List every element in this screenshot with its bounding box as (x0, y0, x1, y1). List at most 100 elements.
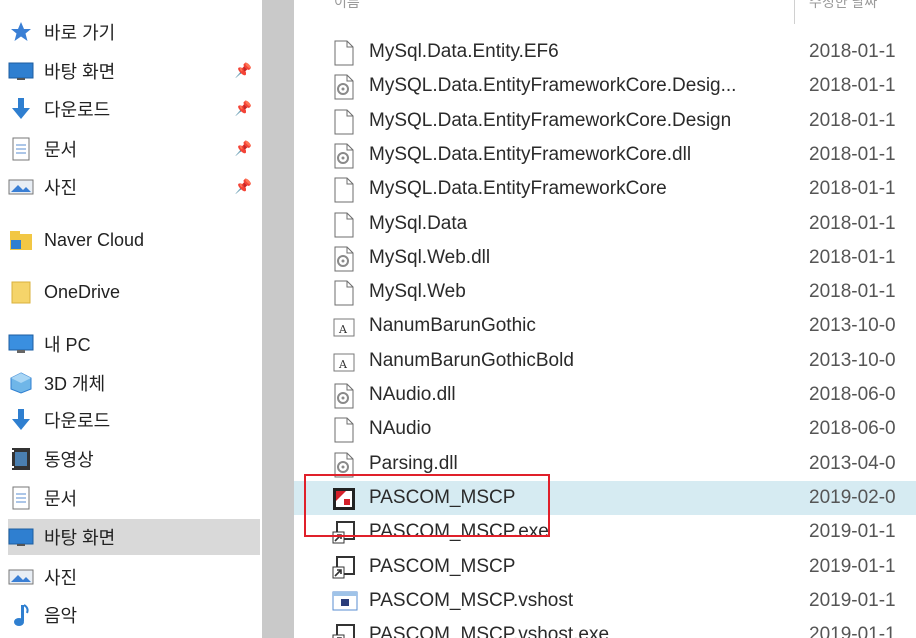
nav-videos[interactable]: 동영상 (8, 441, 260, 477)
file-list: 이름 수정한 날짜 MySql.Data.Entity.EF6 2018-01-1… (294, 0, 916, 638)
nav-label: OneDrive (44, 281, 121, 302)
svg-text:A: A (338, 358, 348, 371)
document-icon (8, 486, 34, 510)
download-icon (8, 97, 34, 121)
pin-icon[interactable]: 📌 (235, 62, 252, 79)
file-row[interactable]: NAudio 2018-06-0 (294, 412, 916, 446)
nav-label: 바로 가기 (44, 23, 116, 43)
desktop-icon (8, 59, 34, 83)
nav-label: 문서 (44, 140, 78, 160)
video-icon (8, 447, 34, 471)
nav-quick-documents[interactable]: 문서 📌 (8, 131, 260, 167)
document-icon (8, 137, 34, 161)
file-date: 2018-06-0 (809, 418, 896, 440)
file-date: 2013-10-0 (809, 349, 896, 371)
file-icon (332, 40, 356, 66)
nav-label: 문서 (44, 489, 78, 509)
file-name: MySQL.Data.EntityFrameworkCore.Design (369, 109, 732, 131)
pictures-icon (8, 565, 34, 589)
nav-pc-downloads[interactable]: 다운로드 (8, 402, 260, 438)
shortcut-icon (332, 520, 356, 546)
file-row[interactable]: A NanumBarunGothicBold 2013-10-0 (294, 344, 916, 378)
file-row[interactable]: MySQL.Data.EntityFrameworkCore.Design 201… (294, 104, 916, 138)
file-date: 2018-01-1 (809, 281, 896, 303)
file-date: 2018-01-1 (809, 143, 896, 165)
nav-label: 다운로드 (44, 100, 111, 120)
nav-quick-desktop[interactable]: 바탕 화면 📌 (8, 53, 260, 89)
file-date: 2018-01-1 (809, 178, 896, 200)
nav-this-pc[interactable]: 내 PC (8, 326, 260, 362)
file-row[interactable]: MySql.Data.Entity.EF6 2018-01-1 (294, 35, 916, 69)
file-row[interactable]: MySQL.Data.EntityFrameworkCore.dll 2018-0… (294, 138, 916, 172)
nav-label: 바탕 화면 (44, 528, 116, 548)
file-row[interactable]: MySQL.Data.EntityFrameworkCore.Desig... 2… (294, 69, 916, 103)
file-row[interactable]: PASCOM_MSCP.exe 2019-01-1 (294, 515, 916, 549)
font-icon: A (332, 314, 356, 340)
nav-onedrive[interactable]: OneDrive (8, 274, 260, 310)
file-row[interactable]: NAudio.dll 2018-06-0 (294, 378, 916, 412)
file-date: 2018-01-1 (809, 212, 896, 234)
nav-naver-cloud[interactable]: Naver Cloud (8, 222, 260, 258)
file-name: MySQL.Data.EntityFrameworkCore (369, 178, 667, 200)
file-date: 2013-10-0 (809, 315, 896, 337)
pin-icon[interactable]: 📌 (235, 140, 252, 157)
file-name: NAudio (369, 418, 432, 440)
file-name: NAudio.dll (369, 384, 456, 405)
file-icon (332, 280, 356, 306)
file-date: 2019-02-0 (809, 486, 896, 508)
file-name: MySql.Web (369, 281, 466, 303)
nav-label: Naver Cloud (44, 229, 145, 250)
file-date: 2019-01-1 (809, 624, 896, 638)
file-date: 2019-01-1 (809, 521, 896, 543)
svg-text:A: A (338, 323, 348, 336)
file-row[interactable]: MySql.Data 2018-01-1 (294, 207, 916, 241)
column-header-date[interactable]: 수정한 날짜 (809, 0, 916, 14)
file-name: MySQL.Data.EntityFrameworkCore.dll (369, 143, 692, 165)
dll-icon (332, 74, 356, 100)
file-row[interactable]: MySql.Web.dll 2018-01-1 (294, 241, 916, 275)
dll-icon (332, 143, 356, 169)
file-date: 2018-06-0 (809, 384, 896, 405)
file-row[interactable]: PASCOM_MSCP.vshost.exe 2019-01-1 (294, 618, 916, 638)
nav-pc-desktop[interactable]: 바탕 화면 (8, 519, 260, 555)
file-row[interactable]: Parsing.dll 2013-04-0 (294, 447, 916, 481)
dll-icon (332, 452, 356, 478)
nav-quick-access[interactable]: 바로 가기 (8, 14, 260, 50)
file-name: MySql.Data (369, 212, 468, 234)
file-row[interactable]: A NanumBarunGothic 2013-10-0 (294, 309, 916, 343)
file-row[interactable]: PASCOM_MSCP 2019-02-0 (294, 480, 916, 515)
file-icon (332, 109, 356, 135)
file-icon (332, 212, 356, 238)
pin-icon[interactable]: 📌 (235, 178, 252, 195)
file-date: 2019-01-1 (809, 589, 896, 611)
nav-quick-pictures[interactable]: 사진 📌 (8, 169, 260, 205)
file-row[interactable]: MySql.Web 2018-01-1 (294, 275, 916, 309)
column-header-name[interactable]: 이름 (334, 0, 534, 14)
music-icon (8, 603, 34, 627)
nav-pc-documents[interactable]: 문서 (8, 480, 260, 516)
nav-label: 음악 (44, 606, 78, 626)
nav-3d-objects[interactable]: 3D 개체 (8, 365, 260, 401)
file-name: MySQL.Data.EntityFrameworkCore.Desig... (369, 75, 737, 97)
nav-quick-downloads[interactable]: 다운로드 📌 (8, 91, 260, 127)
file-name: MySql.Data.Entity.EF6 (369, 41, 559, 62)
3d-objects-icon (8, 371, 34, 395)
file-date: 2018-01-1 (809, 75, 896, 97)
file-name: PASCOM_MSCP (369, 486, 516, 508)
pane-splitter[interactable] (262, 0, 294, 638)
shortcut-icon (332, 555, 356, 581)
file-name: PASCOM_MSCP (369, 555, 516, 577)
nav-pc-pictures[interactable]: 사진 (8, 559, 260, 595)
nav-label: 동영상 (44, 450, 94, 470)
file-date: 2018-01-1 (809, 41, 896, 62)
column-divider[interactable] (794, 0, 795, 24)
nav-music[interactable]: 음악 (8, 597, 260, 633)
file-row[interactable]: PASCOM_MSCP.vshost 2019-01-1 (294, 584, 916, 618)
file-row[interactable]: MySQL.Data.EntityFrameworkCore 2018-01-1 (294, 172, 916, 206)
file-row[interactable]: PASCOM_MSCP 2019-01-1 (294, 550, 916, 584)
nav-label: 내 PC (44, 335, 91, 355)
dll-icon (332, 246, 356, 272)
pin-icon[interactable]: 📌 (235, 100, 252, 117)
vshost-icon (332, 589, 358, 615)
font-icon: A (332, 349, 356, 375)
